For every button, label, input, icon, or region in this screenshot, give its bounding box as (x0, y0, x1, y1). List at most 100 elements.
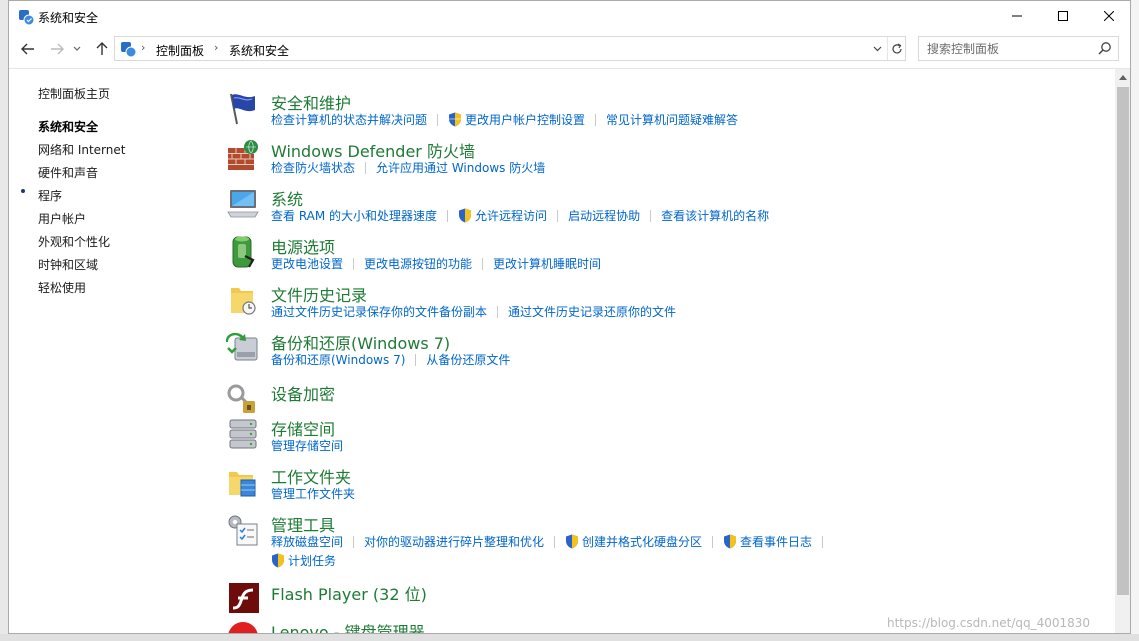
flash-icon (229, 583, 259, 613)
divider (595, 114, 597, 126)
divider (554, 536, 556, 548)
nav-item-hardware-sound[interactable]: 硬件和声音 (38, 164, 98, 181)
link-defragment[interactable]: 对你的驱动器进行碎片整理和优化 (364, 533, 544, 550)
nav-item-ease-of-access[interactable]: 轻松使用 (38, 279, 86, 296)
title-bar[interactable]: 系统和安全 (9, 1, 1130, 33)
admin-tools-icon (228, 515, 258, 546)
divider (353, 536, 355, 548)
work-folders-icon (229, 472, 256, 497)
vertical-scrollbar[interactable] (1115, 69, 1130, 633)
breadcrumb-system-security[interactable]: 系统和安全 (229, 42, 289, 59)
computer-icon (227, 190, 259, 218)
recent-locations-button[interactable] (70, 39, 84, 59)
refresh-icon (891, 42, 902, 53)
close-button[interactable] (1086, 1, 1130, 31)
link-allow-remote[interactable]: 允许远程访问 (458, 207, 547, 224)
scrollbar-thumb[interactable] (1117, 87, 1129, 595)
link-disk-cleanup[interactable]: 释放磁盘空间 (271, 533, 343, 550)
divider (447, 210, 449, 222)
chevron-down-icon (873, 46, 881, 51)
link-label: 允许远程访问 (475, 209, 548, 223)
battery-icon (232, 236, 255, 268)
close-icon (1104, 11, 1114, 21)
search-input[interactable] (927, 38, 1097, 59)
chevron-up-icon (1119, 75, 1127, 80)
nav-item-clock-region[interactable]: 时钟和区域 (38, 256, 98, 273)
nav-item-network-internet[interactable]: 网络和 Internet (38, 141, 125, 158)
link-label: 更改用户帐户控制设置 (465, 113, 586, 127)
link-computer-name[interactable]: 查看该计算机的名称 (661, 207, 769, 224)
link-sleep-time[interactable]: 更改计算机睡眠时间 (493, 255, 601, 272)
category-title[interactable]: Lenovo - 键盘管理器 (271, 619, 425, 633)
divider (650, 210, 652, 222)
link-firewall-status[interactable]: 检查防火墙状态 (271, 159, 355, 176)
link-label: 创建并格式化硬盘分区 (582, 535, 703, 549)
breadcrumb-control-panel[interactable]: 控制面板 (156, 42, 204, 59)
search-icon[interactable] (1098, 41, 1112, 55)
arrow-right-icon (51, 43, 64, 55)
forward-button[interactable] (46, 39, 68, 59)
chevron-down-icon (73, 46, 81, 51)
chevron-right-icon: › (214, 41, 219, 54)
firewall-icon (228, 140, 258, 170)
scroll-up-button[interactable] (1115, 69, 1130, 86)
backup-icon (225, 332, 258, 361)
link-manage-storage[interactable]: 管理存储空间 (271, 437, 343, 454)
divider (415, 354, 417, 366)
nav-item-system-security[interactable]: 系统和安全 (38, 118, 98, 135)
arrow-left-icon (21, 43, 34, 55)
uac-shield-icon (272, 553, 284, 568)
navigation-bar: › 控制面板 › 系统和安全 (9, 33, 1130, 65)
link-remote-assist[interactable]: 启动远程协助 (568, 207, 640, 224)
link-label: 查看事件日志 (740, 535, 813, 549)
desktop-background-left (0, 0, 8, 641)
link-manage-work-folders[interactable]: 管理工作文件夹 (271, 485, 355, 502)
link-event-logs[interactable]: 查看事件日志 (723, 533, 812, 550)
link-battery-settings[interactable]: 更改电池设置 (271, 255, 343, 272)
divider (822, 536, 824, 548)
maximize-icon (1058, 11, 1068, 21)
up-button[interactable] (91, 39, 113, 59)
link-view-ram[interactable]: 查看 RAM 的大小和处理器速度 (271, 207, 437, 224)
arrow-up-icon (96, 42, 108, 55)
category-title[interactable]: 设备加密 (271, 381, 335, 405)
link-power-button[interactable]: 更改电源按钮的功能 (364, 255, 472, 272)
link-troubleshoot[interactable]: 常见计算机问题疑难解答 (606, 111, 738, 128)
current-page-bullet (21, 189, 25, 193)
uac-shield-icon (724, 534, 737, 549)
window-title: 系统和安全 (38, 11, 99, 25)
divider (712, 536, 714, 548)
maximize-button[interactable] (1040, 1, 1086, 31)
link-label: 计划任务 (288, 554, 337, 568)
uac-shield-icon (566, 534, 579, 549)
link-change-uac[interactable]: 更改用户帐户控制设置 (448, 111, 585, 128)
left-navigation-pane: 控制面板主页 系统和安全 网络和 Internet 硬件和声音 程序 用户帐户 … (9, 69, 209, 633)
category-title[interactable]: Flash Player (32 位) (271, 581, 427, 605)
uac-shield-icon (459, 208, 472, 223)
minimize-button[interactable] (994, 1, 1040, 31)
storage-icon (229, 419, 257, 449)
minimize-icon (1012, 15, 1022, 17)
watermark-text: https://blog.csdn.net/qq_4001830 (887, 616, 1091, 630)
link-backup-restore[interactable]: 备份和还原(Windows 7) (271, 351, 405, 368)
nav-item-user-accounts[interactable]: 用户帐户 (38, 210, 86, 227)
nav-item-appearance[interactable]: 外观和个性化 (38, 233, 110, 250)
link-schedule-tasks[interactable]: 计划任务 (271, 552, 336, 569)
link-restore-files[interactable]: 通过文件历史记录还原你的文件 (508, 303, 676, 320)
address-bar[interactable]: › 控制面板 › 系统和安全 (114, 36, 906, 61)
address-dropdown-button[interactable] (868, 37, 886, 60)
encryption-key-icon (227, 384, 256, 413)
nav-item-programs[interactable]: 程序 (38, 187, 62, 204)
search-box[interactable] (918, 36, 1119, 61)
refresh-button[interactable] (887, 37, 905, 60)
link-allow-app[interactable]: 允许应用通过 Windows 防火墙 (376, 159, 545, 176)
nav-control-panel-home[interactable]: 控制面板主页 (38, 85, 110, 102)
link-check-status[interactable]: 检查计算机的状态并解决问题 (271, 111, 427, 128)
link-create-partitions[interactable]: 创建并格式化硬盘分区 (565, 533, 702, 550)
desktop-background-right (1131, 0, 1139, 641)
link-save-backup[interactable]: 通过文件历史记录保存你的文件备份副本 (271, 303, 487, 320)
back-button[interactable] (17, 39, 39, 59)
uac-shield-icon (449, 112, 462, 127)
link-restore-from-backup[interactable]: 从备份还原文件 (426, 351, 510, 368)
file-history-icon (231, 288, 256, 315)
